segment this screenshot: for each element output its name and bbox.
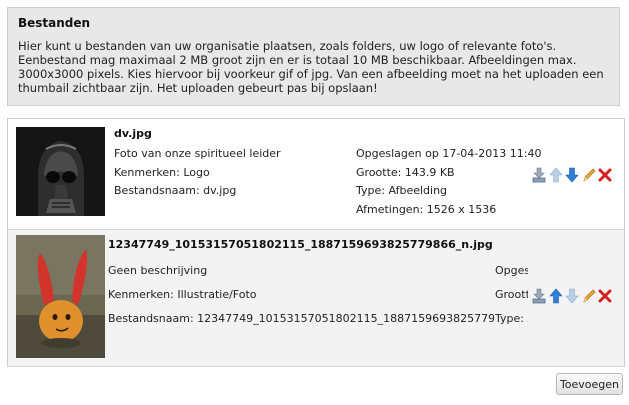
arrow-down-icon[interactable] [565,167,579,183]
file-saved-date: Opgeslagen op [495,264,528,277]
file-description: Geen beschrijving [108,264,208,277]
file-description: Foto van onze spiritueel leider [114,147,281,160]
info-box: Bestanden Hier kunt u bestanden van uw o… [7,7,620,106]
delete-x-icon[interactable] [598,288,612,304]
arrow-up-icon[interactable] [549,167,563,183]
thumbnail-image[interactable] [16,127,105,216]
file-row: dv.jpg Foto van onze spiritueel leider K… [8,119,624,229]
file-dimensions: Afmetingen: 1526 x 1536 [356,203,497,216]
file-kenmerken: Kenmerken: Illustratie/Foto [108,288,257,301]
file-name: dv.jpg [114,127,152,140]
arrow-up-icon[interactable] [549,288,563,304]
edit-pencil-icon[interactable] [582,288,596,304]
section-title: Bestanden [18,16,91,30]
thumbnail-image[interactable] [16,235,105,358]
file-row: 12347749_10153157051802115_1887159693825… [8,230,624,366]
file-name: 12347749_10153157051802115_1887159693825… [108,238,493,251]
download-icon[interactable] [532,167,546,183]
delete-x-icon[interactable] [598,167,612,183]
info-text: Hier kunt u bestanden van uw organisatie… [18,39,604,95]
file-list: dv.jpg Foto van onze spiritueel leider K… [7,118,625,367]
file-type: Type: Afbeelding [495,312,528,325]
file-kenmerken: Kenmerken: Logo [114,166,210,179]
file-size: Grootte: 143.9 KB [356,166,455,179]
file-bestandsnaam: Bestandsnaam: dv.jpg [114,184,237,197]
arrow-down-icon[interactable] [565,288,579,304]
file-saved-date: Opgeslagen op 17-04-2013 11:40 [356,147,542,160]
edit-pencil-icon[interactable] [582,167,596,183]
download-icon[interactable] [532,288,546,304]
file-actions [532,288,618,304]
file-type: Type: Afbeelding [356,184,448,197]
file-actions [532,167,618,183]
file-bestandsnaam: Bestandsnaam: 12347749_10153157051802115… [108,312,494,325]
file-size: Grootte: [495,288,528,301]
add-button[interactable]: Toevoegen [556,373,623,395]
